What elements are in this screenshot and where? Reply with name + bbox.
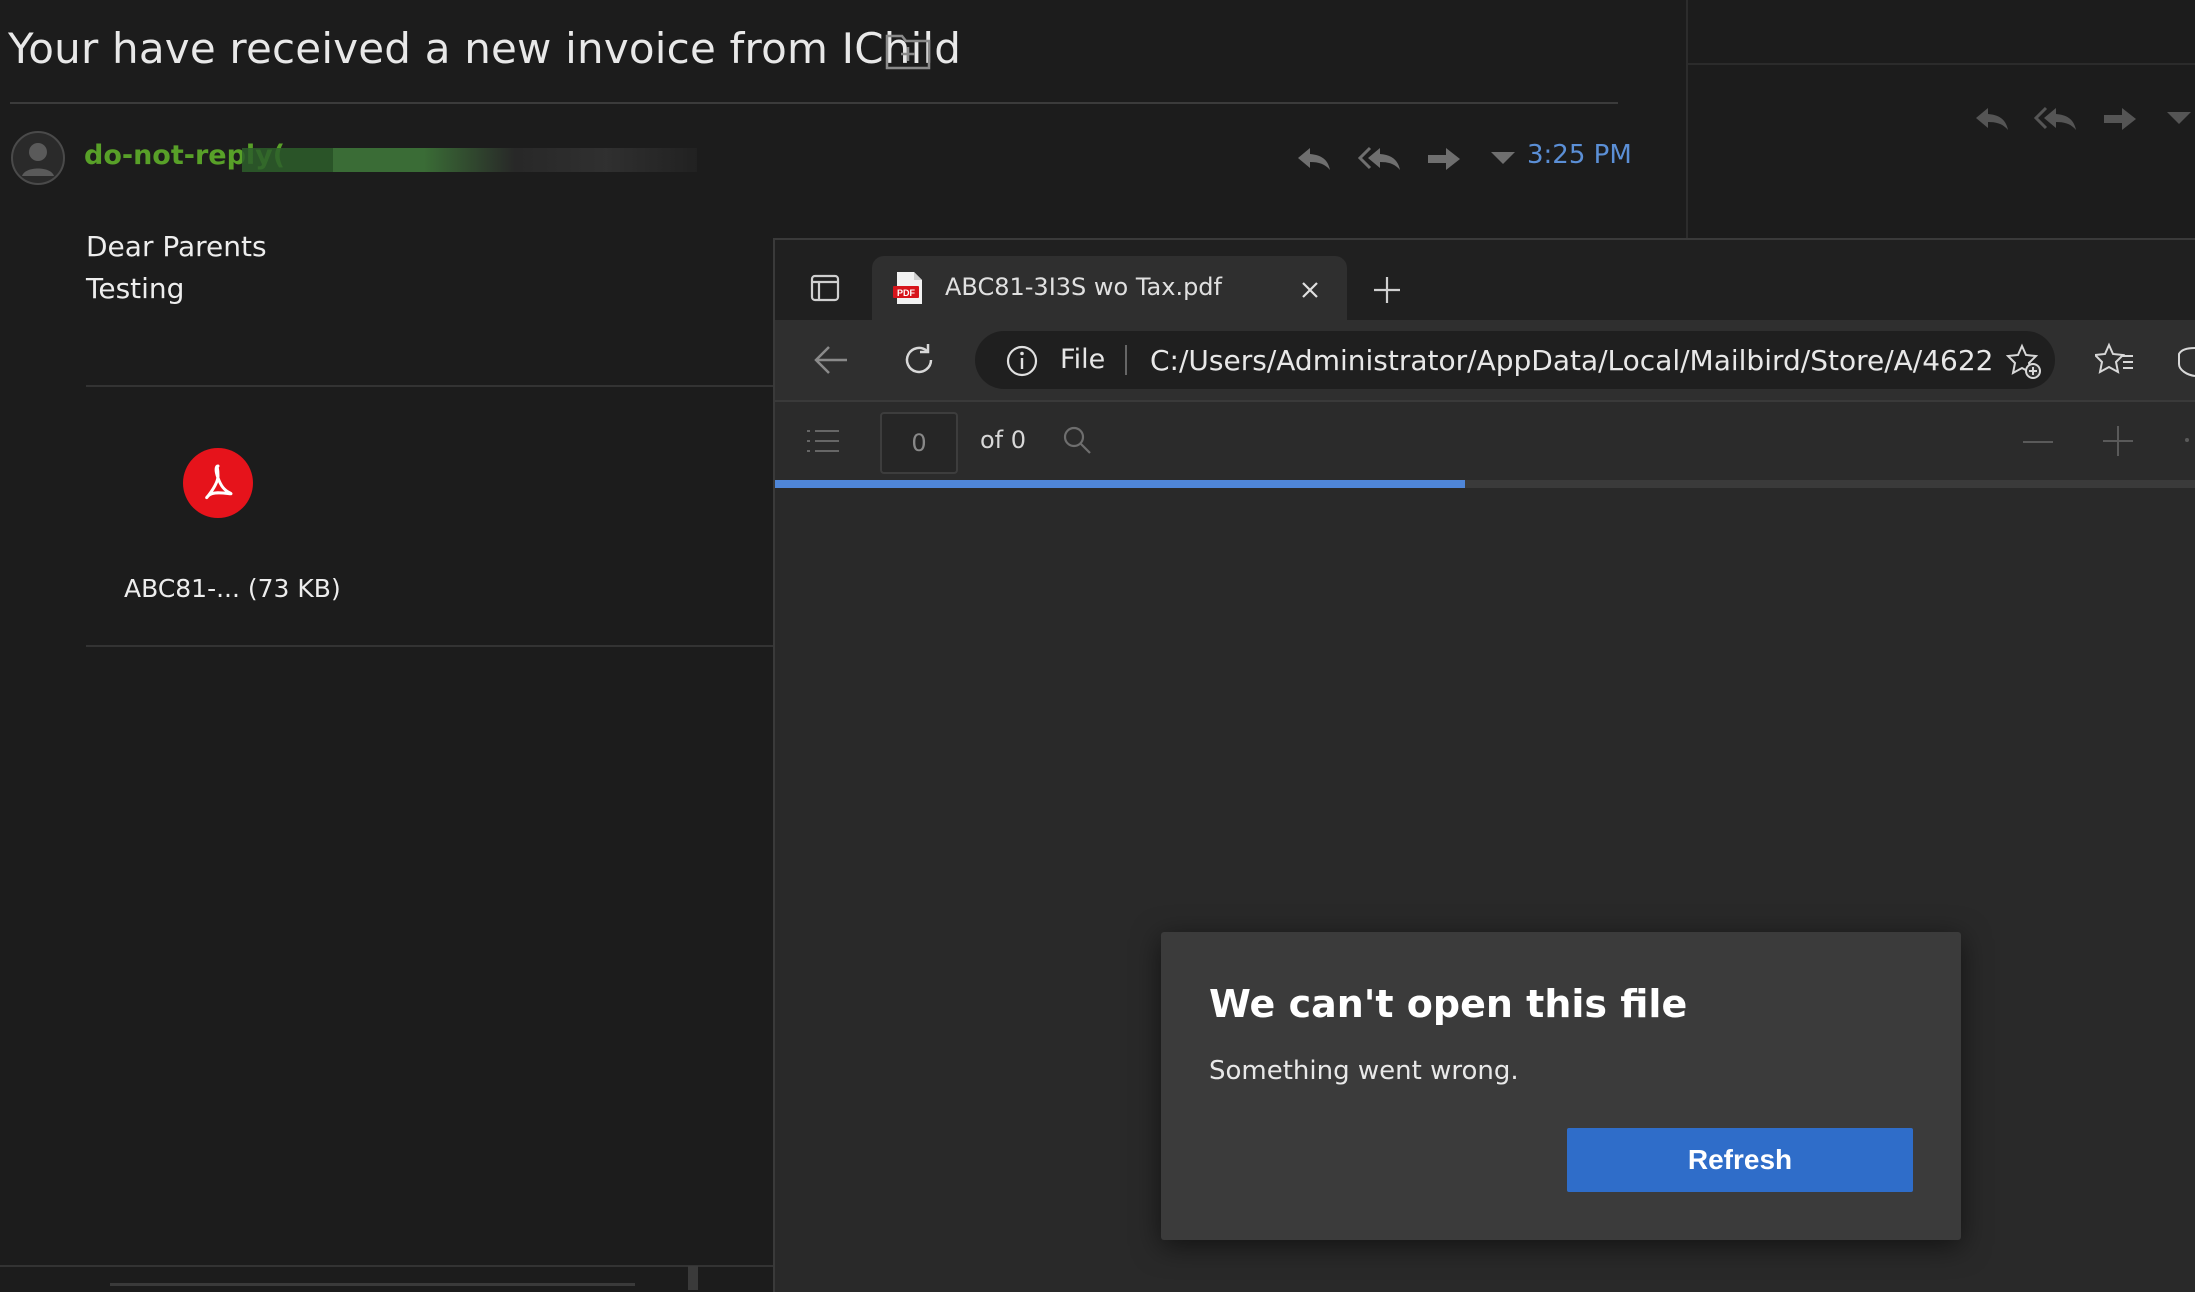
right-reading-pane [1686,0,2195,240]
dialog-message: Something went wrong. [1209,1056,1519,1086]
navigation-bar: File C:/Users/Administrator/AppData/Loca… [775,320,2195,402]
browser-essentials-icon[interactable] [2175,344,2195,378]
attachment-divider [86,645,776,647]
move-to-folder-icon[interactable] [885,32,931,70]
favorites-icon[interactable] [2095,342,2135,378]
load-progress-bar [775,480,2195,488]
body-line-1: Dear Parents [86,230,267,263]
reply-all-icon[interactable] [2034,104,2078,134]
address-scheme: File [1060,344,1106,375]
right-pane-divider [1688,63,2195,65]
pdf-toolbar: 0 of 0 [775,402,2195,480]
page-count-label: of 0 [980,426,1027,454]
redacted-address [242,148,697,172]
body-line-2: Testing [86,272,185,305]
footer-divider [0,1265,775,1267]
sender-avatar [10,130,66,186]
email-time: 3:25 PM [1527,140,1632,170]
pdf-icon[interactable] [183,448,253,518]
body-divider [86,385,776,387]
reply-icon[interactable] [1972,104,2012,134]
scrollbar[interactable] [110,1283,635,1286]
zoom-in-icon[interactable] [2103,426,2133,456]
tab-pdf[interactable]: PDF ABC81-3I3S wo Tax.pdf [872,256,1347,322]
reply-icon[interactable] [1294,144,1334,174]
dialog-title: We can't open this file [1209,982,1688,1026]
load-progress-fill [775,480,1465,488]
table-of-contents-icon[interactable] [805,428,841,454]
error-dialog: We can't open this file Something went w… [1161,932,1961,1240]
forward-icon[interactable] [1424,144,1464,174]
attachment-name[interactable]: ABC81-... (73 KB) [124,574,341,603]
page-number-input[interactable]: 0 [880,412,958,474]
more-options-chevron-icon[interactable] [2164,108,2194,128]
close-tab-icon[interactable] [1298,278,1322,302]
header-divider [10,102,1618,104]
search-icon[interactable] [1061,424,1093,456]
zoom-out-icon[interactable] [2023,440,2053,444]
tab-bar: PDF ABC81-3I3S wo Tax.pdf [775,240,2195,322]
email-subject: Your have received a new invoice from IC… [8,24,962,73]
browser-window: PDF ABC81-3I3S wo Tax.pdf File C:/Users/… [773,238,2195,1292]
svg-text:PDF: PDF [897,288,916,298]
address-bar[interactable]: File C:/Users/Administrator/AppData/Loca… [975,331,2055,389]
back-arrow-icon[interactable] [813,344,849,376]
reply-all-icon[interactable] [1358,144,1402,174]
url-text[interactable]: C:/Users/Administrator/AppData/Local/Mai… [1150,344,1995,377]
more-tools-icon[interactable] [2185,438,2189,442]
more-options-chevron-icon[interactable] [1488,148,1518,168]
tab-actions-icon[interactable] [809,272,841,304]
refresh-icon[interactable] [901,342,937,378]
address-separator [1125,345,1127,375]
info-icon[interactable] [1005,344,1039,378]
pdf-file-icon: PDF [892,270,926,306]
forward-icon[interactable] [2100,104,2140,134]
scroll-thumb[interactable] [688,1266,698,1290]
refresh-button[interactable]: Refresh [1567,1128,1913,1192]
tab-title: ABC81-3I3S wo Tax.pdf [945,273,1222,301]
new-tab-icon[interactable] [1371,274,1403,306]
add-favorite-icon[interactable] [2005,343,2043,381]
